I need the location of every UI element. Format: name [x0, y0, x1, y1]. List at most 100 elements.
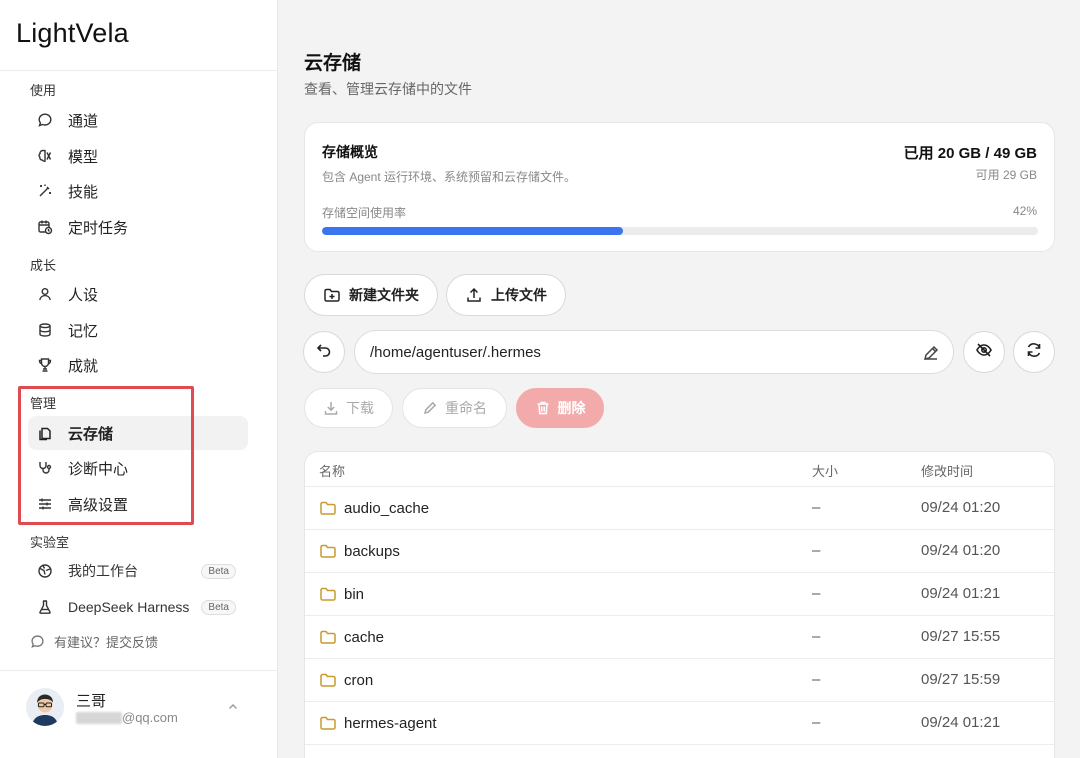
rename-label: 重命名 [445, 400, 487, 416]
eye-off-icon [975, 341, 993, 364]
file-name: hermes-agent [344, 714, 437, 732]
table-header: 名称 大小 修改时间 [305, 452, 1054, 487]
table-row[interactable]: bin – 09/24 01:21 [305, 573, 1054, 616]
sidebar: LightVela 使用 通道 模型 技能 定时任务 成长 人设 记忆 成就 管… [0, 0, 278, 758]
user-email: @qq.com [76, 710, 178, 725]
sidebar-item-label: 人设 [68, 286, 99, 304]
user-name: 三哥 [76, 693, 107, 710]
upload-icon [465, 286, 483, 304]
magic-wand-icon [36, 182, 54, 200]
main-content: 云存储 查看、管理云存储中的文件 存储概览 包含 Agent 运行环境、系统预留… [279, 0, 1080, 758]
download-label: 下载 [346, 400, 374, 416]
sidebar-item-memory[interactable]: 记忆 [28, 313, 248, 347]
beta-badge: Beta [201, 563, 236, 579]
sidebar-item-channels[interactable]: 通道 [28, 103, 248, 137]
pencil-icon [422, 400, 438, 416]
redacted-email [76, 711, 122, 724]
sidebar-item-label: 记忆 [68, 322, 99, 340]
section-label-grow: 成长 [30, 258, 57, 273]
folder-icon [319, 628, 337, 646]
trash-icon [535, 400, 551, 416]
section-label-lab: 实验室 [30, 535, 70, 550]
table-row[interactable]: cron – 09/27 15:59 [305, 659, 1054, 702]
table-row[interactable]: backups – 09/24 01:20 [305, 530, 1054, 573]
new-folder-label: 新建文件夹 [349, 287, 419, 303]
file-name: bin [344, 585, 365, 603]
file-table: 名称 大小 修改时间 audio_cache – 09/24 01:20 bac… [304, 451, 1055, 758]
delete-label: 删除 [557, 400, 586, 416]
sidebar-item-label: 通道 [68, 112, 99, 130]
sidebar-item-workbench[interactable]: 我的工作台 Beta [28, 554, 248, 588]
file-modified: 09/27 15:55 [921, 628, 1001, 645]
globe-icon [36, 562, 54, 580]
storage-overview-card: 存储概览 包含 Agent 运行环境、系统预留和云存储文件。 已用 20 GB … [304, 122, 1055, 252]
storage-card-description: 包含 Agent 运行环境、系统预留和云存储文件。 [322, 170, 577, 184]
column-header-size[interactable]: 大小 [812, 461, 838, 480]
divider [0, 70, 278, 71]
table-row[interactable]: audio_cache – 09/24 01:20 [305, 487, 1054, 530]
database-icon [36, 321, 54, 339]
delete-button[interactable]: 删除 [516, 388, 604, 428]
path-field[interactable]: /home/agentuser/.hermes [354, 330, 954, 374]
table-row[interactable]: hermes-agent – 09/24 01:21 [305, 702, 1054, 745]
refresh-button[interactable] [1013, 331, 1055, 373]
file-modified: 09/24 01:21 [921, 714, 1001, 731]
feedback-label: 有建议？提交反馈 [54, 635, 159, 650]
storage-progress-bar [322, 227, 1038, 235]
file-name: cron [344, 671, 374, 689]
undo-arrow-icon [315, 341, 333, 364]
folder-icon [319, 671, 337, 689]
sidebar-item-skills[interactable]: 技能 [28, 174, 248, 208]
storage-progress-fill [322, 227, 623, 235]
sidebar-item-scheduled-tasks[interactable]: 定时任务 [28, 210, 248, 244]
download-icon [323, 400, 339, 416]
sidebar-item-achievements[interactable]: 成就 [28, 348, 248, 382]
page-title: 云存储 [304, 53, 362, 74]
avatar[interactable] [26, 688, 64, 726]
table-row[interactable]: cache – 09/27 15:55 [305, 616, 1054, 659]
chevron-up-icon[interactable] [226, 700, 240, 714]
back-button[interactable] [303, 331, 345, 373]
file-modified: 09/24 01:21 [921, 585, 1001, 602]
sidebar-item-persona[interactable]: 人设 [28, 277, 248, 311]
divider [0, 670, 278, 671]
flask-icon [36, 598, 54, 616]
sidebar-item-models[interactable]: 模型 [28, 139, 248, 173]
folder-icon [319, 542, 337, 560]
path-field-value: /home/agentuser/.hermes [370, 343, 541, 361]
new-folder-button[interactable]: 新建文件夹 [304, 274, 438, 316]
storage-usage-percent: 42% [1012, 204, 1037, 218]
folder-plus-icon [323, 286, 341, 304]
file-size: – [812, 628, 821, 645]
trophy-icon [36, 356, 54, 374]
column-header-modified[interactable]: 修改时间 [921, 461, 973, 480]
file-size: – [812, 542, 821, 559]
sidebar-item-label: 技能 [68, 183, 99, 201]
app-logo[interactable]: LightVela [16, 18, 129, 49]
file-name: cache [344, 628, 385, 646]
feedback-link[interactable]: 有建议？提交反馈 [30, 632, 158, 651]
storage-card-title: 存储概览 [322, 144, 378, 160]
file-modified: 09/27 15:59 [921, 671, 1001, 688]
sidebar-item-label: 定时任务 [68, 219, 129, 237]
toggle-hidden-files-button[interactable] [963, 331, 1005, 373]
section-label-use: 使用 [30, 83, 57, 98]
file-modified: 09/24 01:20 [921, 499, 1001, 516]
pencil-icon[interactable] [921, 343, 941, 363]
chat-bubble-icon [36, 111, 54, 129]
sidebar-item-label: 成就 [68, 357, 99, 375]
rename-button[interactable]: 重命名 [402, 388, 507, 428]
storage-available: 可用 29 GB [975, 168, 1037, 182]
folder-icon [319, 499, 337, 517]
calendar-clock-icon [36, 218, 54, 236]
upload-file-button[interactable]: 上传文件 [446, 274, 566, 316]
storage-used: 已用 20 GB / 49 GB [903, 145, 1037, 162]
download-button[interactable]: 下载 [304, 388, 393, 428]
beta-badge: Beta [201, 599, 236, 615]
upload-file-label: 上传文件 [491, 287, 547, 303]
person-icon [36, 285, 54, 303]
folder-icon [319, 714, 337, 732]
column-header-name[interactable]: 名称 [319, 461, 345, 480]
sidebar-item-deepseek-harness[interactable]: DeepSeek Harness Beta [28, 590, 248, 624]
refresh-icon [1025, 341, 1043, 364]
